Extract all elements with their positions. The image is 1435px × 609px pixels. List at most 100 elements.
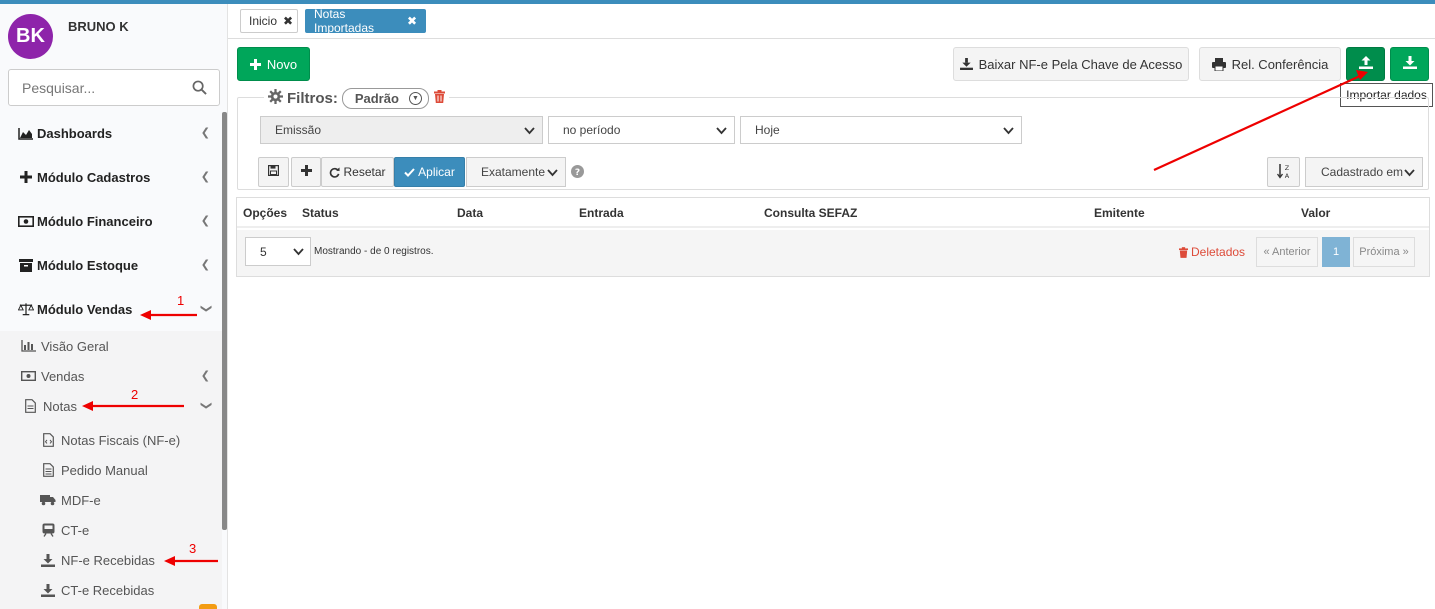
chevron-down-icon: ❮ xyxy=(199,400,212,411)
chevron-down-icon xyxy=(1404,169,1415,177)
submenu-vendas-item[interactable]: Vendas ❮ xyxy=(0,361,222,391)
import-data-button[interactable] xyxy=(1346,47,1385,81)
chevron-down-icon: ❮ xyxy=(199,303,212,314)
chevron-down-icon xyxy=(1003,127,1014,135)
menu-vendas[interactable]: Módulo Vendas ❮ xyxy=(0,287,222,331)
submenu-pedido-manual[interactable]: Pedido Manual xyxy=(0,455,222,485)
balance-scale-icon xyxy=(18,302,34,316)
trash-icon[interactable] xyxy=(433,90,445,106)
next-page-button[interactable]: Próxima » xyxy=(1353,237,1415,267)
tab-notas-importadas[interactable]: Notas Importadas ✖ xyxy=(305,7,426,35)
page-size-select[interactable]: 5 xyxy=(245,237,311,266)
search-input[interactable] xyxy=(9,70,179,105)
question-circle-icon[interactable]: ? xyxy=(571,165,584,181)
download-icon xyxy=(40,583,56,597)
close-icon[interactable]: ✖ xyxy=(407,14,417,28)
submenu-label: CT-e Recebidas xyxy=(61,582,155,598)
submenu-notas-fiscais[interactable]: Notas Fiscais (NF-e) xyxy=(0,425,222,455)
column-header[interactable]: Consulta SEFAZ xyxy=(764,206,857,220)
download-icon xyxy=(1402,56,1417,72)
column-header[interactable]: Data xyxy=(457,206,483,220)
button-label: Resetar xyxy=(343,165,386,179)
filter-preset-select[interactable]: Padrão ▼ xyxy=(341,87,429,109)
plus-icon xyxy=(300,165,312,179)
select-value: Emissão xyxy=(275,123,322,137)
filter-operator-select[interactable]: no período xyxy=(548,116,735,144)
submenu-visao-geral[interactable]: Visão Geral xyxy=(0,331,222,361)
table-footer: 5 Mostrando - de 0 registros. Deletados … xyxy=(237,230,1429,276)
avatar[interactable]: BK xyxy=(8,14,53,59)
column-header[interactable]: Entrada xyxy=(579,206,624,220)
export-data-button[interactable] xyxy=(1390,47,1429,81)
filters-title: Filtros: xyxy=(287,89,338,107)
file-code-icon xyxy=(40,433,56,447)
notification-badge xyxy=(199,604,217,609)
record-count: Mostrando - de 0 registros. xyxy=(314,246,434,257)
sidebar-scrollbar[interactable] xyxy=(222,112,227,530)
deleted-link[interactable]: Deletados xyxy=(1179,245,1245,259)
sort-order-button[interactable]: ZA xyxy=(1267,157,1300,187)
submenu-label: NF-e Recebidas xyxy=(61,552,155,568)
gear-icon[interactable] xyxy=(268,89,283,107)
plus-icon xyxy=(18,170,34,184)
chevron-down-icon xyxy=(716,127,727,135)
money-icon xyxy=(20,369,36,383)
refresh-icon xyxy=(329,166,341,178)
submenu-label: Visão Geral xyxy=(41,338,109,354)
sidebar: BK BRUNO K Dashboards ❮ Módulo Cadastros… xyxy=(0,4,228,609)
menu-label: Módulo Financeiro xyxy=(37,213,153,229)
menu-financeiro[interactable]: Módulo Financeiro ❮ xyxy=(0,199,222,243)
filter-field-select[interactable]: Emissão xyxy=(260,116,543,144)
submenu-label: Notas Fiscais (NF-e) xyxy=(61,432,181,448)
submenu-notas[interactable]: Notas ❮ xyxy=(0,391,222,421)
download-nfe-by-key-button[interactable]: Baixar NF-e Pela Chave de Acesso xyxy=(953,47,1189,81)
tab-inicio[interactable]: Inicio ✖ xyxy=(240,9,298,33)
table-header: Opções Status Data Entrada Consulta SEFA… xyxy=(237,198,1429,228)
bar-chart-icon xyxy=(20,339,36,353)
close-icon[interactable]: ✖ xyxy=(283,14,293,28)
area-chart-icon xyxy=(18,126,34,140)
column-header[interactable]: Valor xyxy=(1301,206,1330,220)
column-header[interactable]: Emitente xyxy=(1094,206,1145,220)
submenu-mdfe[interactable]: MDF-e xyxy=(0,485,222,515)
annotation-number: 3 xyxy=(189,541,197,556)
svg-text:A: A xyxy=(1284,172,1289,179)
filter-value-select[interactable]: Hoje xyxy=(740,116,1022,144)
chevron-left-icon: ❮ xyxy=(200,171,210,183)
new-button[interactable]: Novo xyxy=(237,47,310,81)
previous-page-button[interactable]: « Anterior xyxy=(1256,237,1318,267)
save-filter-button[interactable] xyxy=(258,157,289,187)
page-1-button[interactable]: 1 xyxy=(1322,237,1350,267)
column-header[interactable]: Status xyxy=(302,206,339,220)
check-icon xyxy=(404,167,415,177)
column-header[interactable]: Opções xyxy=(243,206,287,220)
trash-icon xyxy=(1179,246,1188,258)
menu-dashboards[interactable]: Dashboards ❮ xyxy=(0,111,222,155)
menu-label: Módulo Cadastros xyxy=(37,169,151,185)
svg-text:Z: Z xyxy=(1284,164,1289,172)
apply-button[interactable]: Aplicar xyxy=(394,157,465,187)
submenu-cte-recebidas[interactable]: CT-e Recebidas xyxy=(0,575,222,605)
sort-by-select[interactable]: Cadastrado em xyxy=(1305,157,1423,187)
submenu-label: Pedido Manual xyxy=(61,462,148,478)
menu-label: Dashboards xyxy=(37,125,113,141)
upload-icon xyxy=(1358,56,1373,72)
money-icon xyxy=(18,214,34,228)
reset-button[interactable]: Resetar xyxy=(321,157,394,187)
conference-report-button[interactable]: Rel. Conferência xyxy=(1199,47,1341,81)
chevron-left-icon: ❮ xyxy=(200,127,210,139)
button-label: Aplicar xyxy=(418,165,455,179)
annotation-number: 1 xyxy=(177,293,185,308)
menu-estoque[interactable]: Módulo Estoque ❮ xyxy=(0,243,222,287)
search-box xyxy=(8,69,220,106)
search-icon[interactable] xyxy=(192,80,207,95)
button-label: Rel. Conferência xyxy=(1231,56,1329,72)
file-text-icon xyxy=(40,463,56,477)
add-filter-button[interactable] xyxy=(291,157,321,187)
match-mode-select[interactable]: Exatamente xyxy=(466,157,566,187)
plus-icon xyxy=(249,58,261,70)
download-icon xyxy=(40,553,56,567)
menu-cadastros[interactable]: Módulo Cadastros ❮ xyxy=(0,155,222,199)
button-label: Novo xyxy=(266,56,298,72)
user-name: BRUNO K xyxy=(68,19,129,34)
